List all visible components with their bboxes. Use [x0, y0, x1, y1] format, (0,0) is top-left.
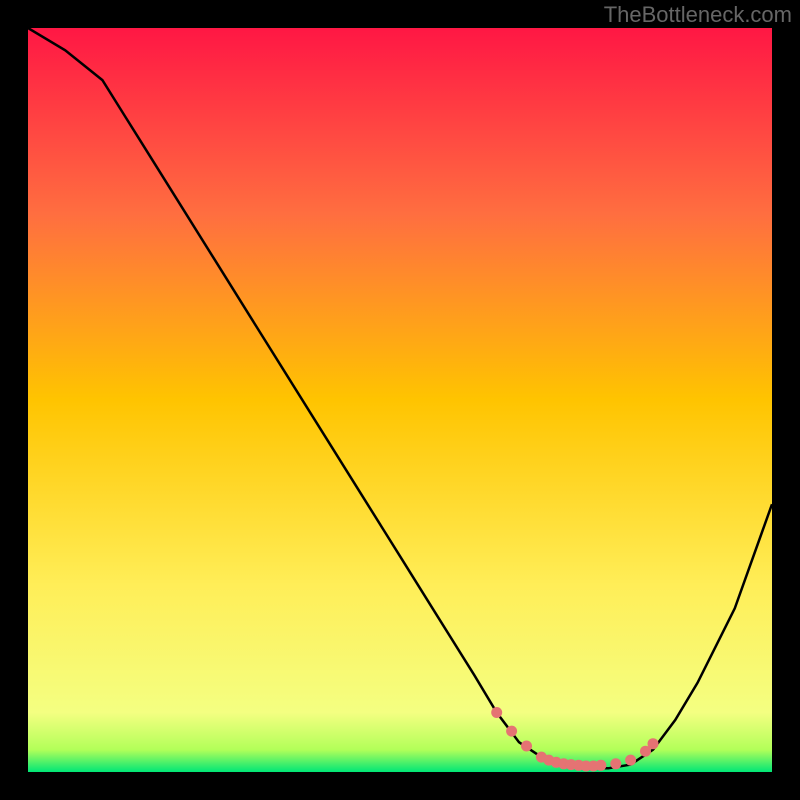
marker-dot	[610, 758, 621, 769]
marker-dot	[648, 738, 659, 749]
marker-dot	[595, 760, 606, 771]
plot-area	[28, 28, 772, 772]
marker-dot	[521, 741, 532, 752]
marker-dot	[625, 755, 636, 766]
chart-container: TheBottleneck.com	[0, 0, 800, 800]
marker-dot	[491, 707, 502, 718]
watermark-text: TheBottleneck.com	[604, 2, 792, 28]
chart-svg	[28, 28, 772, 772]
marker-dot	[506, 726, 517, 737]
